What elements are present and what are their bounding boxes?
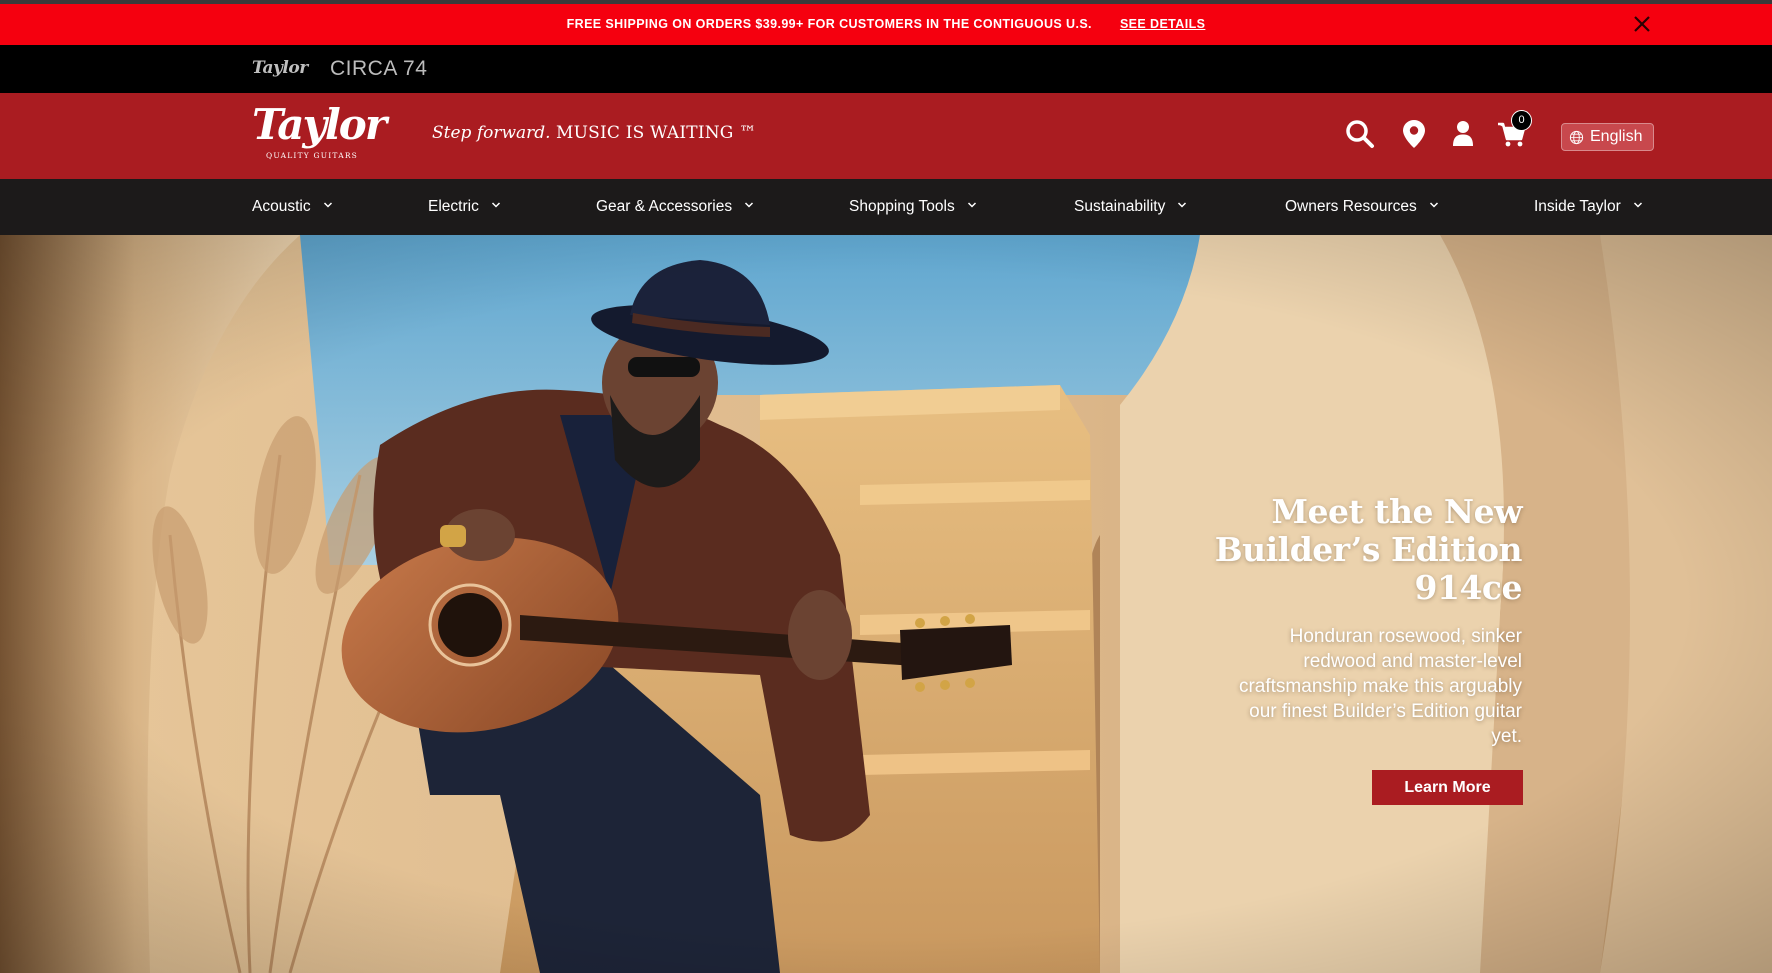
taylor-logo[interactable]: Taylor QUALITY GUITARS (252, 100, 387, 165)
user-icon[interactable] (1446, 117, 1480, 151)
chevron-down-icon (967, 202, 976, 208)
promo-message: FREE SHIPPING ON ORDERS $39.99+ FOR CUST… (566, 17, 1092, 31)
chevron-down-icon (1429, 202, 1438, 208)
nav-item-label: Owners Resources (1285, 198, 1417, 215)
nav-item-label: Acoustic (252, 198, 311, 215)
nav-item-label: Sustainability (1074, 198, 1166, 215)
hero-body-line: our finest Builder’s Edition guitar (1249, 701, 1522, 722)
hero-title-line: Builder’s Edition (1214, 530, 1523, 569)
nav-item-label: Inside Taylor (1534, 198, 1621, 215)
nav-item-label: Shopping Tools (849, 198, 955, 215)
main-header: Taylor QUALITY GUITARS Step forward. MUS… (0, 93, 1772, 179)
nav-item-electric[interactable]: Electric (428, 179, 501, 235)
circa-74-link[interactable]: CIRCA 74 (330, 57, 427, 81)
logo-subtitle: QUALITY GUITARS (266, 151, 359, 160)
promo-banner: FREE SHIPPING ON ORDERS $39.99+ FOR CUST… (0, 4, 1772, 45)
language-label: English (1590, 128, 1643, 145)
nav-item-inside-taylor[interactable]: Inside Taylor (1534, 179, 1643, 235)
tagline-italic: Step forward. (432, 123, 551, 143)
hero-body-line: redwood and master-level (1303, 651, 1522, 672)
header-tagline: Step forward. MUSIC IS WAITING ™ (432, 123, 756, 143)
hero-title: Meet the New Builder’s Edition 914ce (1180, 492, 1523, 607)
nav-item-shopping-tools[interactable]: Shopping Tools (849, 179, 977, 235)
hero-banner: Meet the New Builder’s Edition 914ce Hon… (0, 235, 1772, 973)
chevron-down-icon (745, 202, 754, 208)
chevron-down-icon (1178, 202, 1187, 208)
hero-description: Honduran rosewood, sinker redwood and ma… (1180, 624, 1522, 749)
nav-item-sustainability[interactable]: Sustainability (1074, 179, 1187, 235)
chevron-down-icon (491, 202, 500, 208)
chevron-down-icon (323, 202, 332, 208)
main-nav: Acoustic Electric Gear & Accessories Sho… (0, 179, 1772, 235)
brand-subbar: Taylor CIRCA 74 (0, 45, 1772, 93)
hero-copy: Meet the New Builder’s Edition 914ce Hon… (1180, 492, 1523, 749)
cart-count-badge: 0 (1511, 110, 1532, 131)
logo-wordmark: Taylor (252, 100, 387, 149)
close-icon[interactable] (1630, 12, 1654, 36)
globe-icon (1569, 130, 1584, 145)
hero-title-line: 914ce (1414, 568, 1523, 607)
hero-title-line: Meet the New (1271, 492, 1522, 531)
learn-more-button[interactable]: Learn More (1372, 770, 1523, 805)
nav-item-owners-resources[interactable]: Owners Resources (1285, 179, 1439, 235)
nav-item-label: Gear & Accessories (596, 198, 733, 215)
nav-item-acoustic[interactable]: Acoustic (252, 179, 333, 235)
search-icon[interactable] (1343, 117, 1377, 151)
taylor-small-logo[interactable]: Taylor (252, 58, 308, 78)
see-details-link[interactable]: SEE DETAILS (1120, 4, 1205, 45)
hero-body-line: craftsmanship make this arguably (1238, 676, 1522, 697)
chevron-down-icon (1633, 202, 1642, 208)
hero-body-line: Honduran rosewood, sinker (1289, 626, 1522, 647)
nav-item-gear-accessories[interactable]: Gear & Accessories (596, 179, 754, 235)
nav-item-label: Electric (428, 198, 479, 215)
tagline-main: MUSIC IS WAITING ™ (555, 123, 757, 143)
location-pin-icon[interactable] (1397, 117, 1431, 151)
language-selector[interactable]: English (1561, 123, 1654, 151)
hero-body-line: yet. (1491, 726, 1522, 747)
